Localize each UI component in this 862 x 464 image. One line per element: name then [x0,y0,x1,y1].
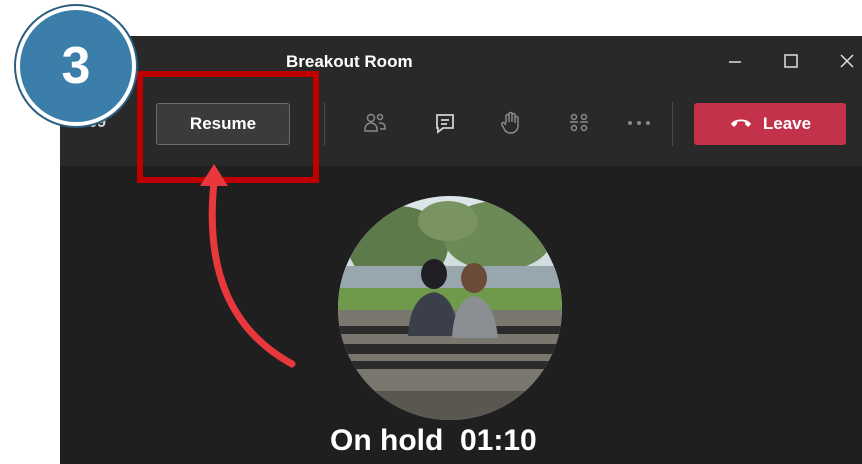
step-number-badge: 3 [16,6,136,126]
